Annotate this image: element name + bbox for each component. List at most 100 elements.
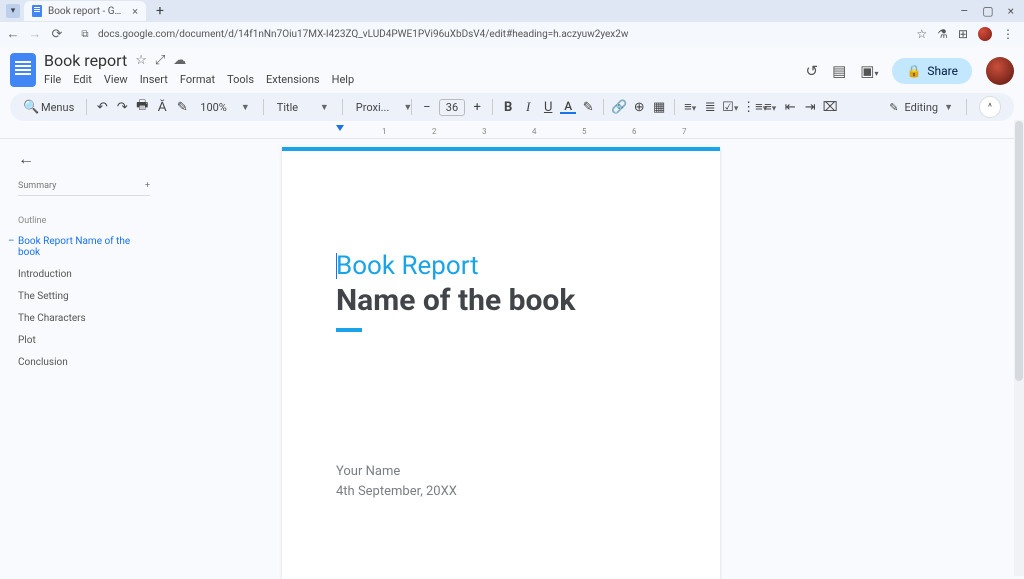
close-window-button[interactable]: × (1008, 4, 1014, 18)
document-title[interactable]: Book report (44, 51, 127, 70)
close-outline-button[interactable]: ← (18, 149, 150, 169)
document-meta[interactable]: Your Name 4th September, 20XX (336, 462, 666, 501)
bookmark-icon[interactable]: ☆ (916, 27, 927, 41)
search-menus-button[interactable]: 🔍Menus (18, 97, 79, 118)
comments-icon[interactable]: ▤ (832, 62, 846, 80)
summary-label: Summary (18, 181, 56, 191)
share-button[interactable]: 🔒 Share (892, 58, 972, 84)
menu-tools[interactable]: Tools (227, 73, 254, 86)
address-bar-row: ← → ⟳ ⧉ docs.google.com/document/d/14f1n… (0, 22, 1024, 46)
text-color-button[interactable]: A (560, 100, 576, 114)
outline-item[interactable]: Book Report Name of the book (18, 236, 150, 258)
history-icon[interactable]: ↺ (805, 62, 818, 80)
insert-link-button[interactable]: 🔗 (611, 100, 627, 115)
insert-image-button[interactable]: ▦ (651, 100, 667, 115)
menu-format[interactable]: Format (180, 73, 215, 86)
italic-button[interactable]: I (520, 99, 536, 115)
site-info-icon[interactable]: ⧉ (78, 29, 92, 40)
underline-button[interactable]: U (540, 100, 556, 115)
lock-icon: 🔒 (906, 64, 921, 78)
outline-panel: ← Summary + Outline Book Report Name of … (0, 139, 160, 579)
print-button[interactable]: 🖶 (134, 96, 150, 118)
labs-icon[interactable]: ⚗ (937, 27, 948, 41)
document-canvas[interactable]: Book Report Name of the book Your Name 4… (174, 139, 1024, 579)
url-text: docs.google.com/document/d/14f1nNn7Oiu17… (98, 29, 628, 40)
clear-formatting-button[interactable]: ⌧ (822, 100, 838, 115)
bold-button[interactable]: B (500, 100, 516, 115)
menu-insert[interactable]: Insert (140, 73, 168, 86)
numbered-list-button[interactable]: ≡▾ (762, 99, 778, 115)
cloud-status-icon[interactable]: ☁ (173, 53, 186, 68)
scrollbar-thumb[interactable] (1015, 121, 1023, 381)
accent-divider (336, 328, 362, 332)
date-line[interactable]: 4th September, 20XX (336, 482, 666, 502)
outline-item[interactable]: Introduction (18, 269, 150, 280)
browser-tab[interactable]: Book report - Google Docs × (24, 1, 146, 21)
checklist-button[interactable]: ☑▾ (722, 100, 738, 115)
menu-help[interactable]: Help (332, 73, 355, 86)
zoom-select[interactable]: 100%▼ (194, 99, 256, 116)
url-bar[interactable]: ⧉ docs.google.com/document/d/14f1nNn7Oiu… (72, 25, 908, 43)
star-icon[interactable]: ☆ (135, 53, 147, 68)
indent-marker[interactable] (336, 125, 344, 131)
collapse-toolbar-button[interactable]: ^ (980, 97, 1000, 117)
add-summary-button[interactable]: + (145, 181, 150, 191)
decrease-indent-button[interactable]: ⇤ (782, 100, 798, 115)
vertical-scrollbar[interactable] (1014, 120, 1024, 576)
browser-chrome: ▾ Book report - Google Docs × + – ▢ × ← … (0, 0, 1024, 46)
pencil-icon: ✎ (889, 101, 898, 114)
outline-item[interactable]: Conclusion (18, 357, 150, 368)
tab-search-button[interactable]: ▾ (6, 4, 20, 18)
vertical-ruler[interactable] (160, 139, 174, 579)
account-avatar[interactable] (986, 57, 1014, 85)
outline-item[interactable]: Plot (18, 335, 150, 346)
tab-title: Book report - Google Docs (48, 6, 126, 17)
text-cursor (336, 253, 337, 279)
line-spacing-button[interactable]: ≣ (702, 100, 718, 115)
author-line[interactable]: Your Name (336, 462, 666, 482)
close-tab-icon[interactable]: × (132, 5, 138, 18)
new-tab-button[interactable]: + (150, 3, 170, 19)
move-icon[interactable]: ⤢ (155, 53, 165, 68)
outline-item[interactable]: The Characters (18, 313, 150, 324)
spellcheck-button[interactable]: Ǎ (154, 99, 170, 115)
extensions-icon[interactable]: ⊞ (958, 27, 968, 41)
page[interactable]: Book Report Name of the book Your Name 4… (282, 147, 720, 579)
document-main-title[interactable]: Name of the book (336, 283, 666, 318)
reload-button[interactable]: ⟳ (50, 27, 64, 42)
back-button[interactable]: ← (6, 26, 20, 42)
minimize-button[interactable]: – (960, 4, 968, 18)
maximize-button[interactable]: ▢ (982, 4, 993, 18)
document-subtitle[interactable]: Book Report (336, 251, 666, 281)
increase-indent-button[interactable]: ⇥ (802, 100, 818, 115)
redo-button[interactable]: ↷ (114, 100, 130, 115)
forward-button[interactable]: → (28, 26, 42, 42)
align-button[interactable]: ≡▾ (682, 99, 698, 115)
horizontal-ruler[interactable]: 1 2 3 4 5 6 7 (0, 125, 1024, 139)
outline-item[interactable]: The Setting (18, 291, 150, 302)
menu-view[interactable]: View (104, 73, 128, 86)
paint-format-button[interactable]: ✎ (174, 100, 190, 115)
chevron-down-icon: ▼ (944, 102, 953, 113)
font-size-input[interactable]: 36 (439, 99, 465, 116)
menu-extensions[interactable]: Extensions (266, 73, 320, 86)
insert-comment-button[interactable]: ⊕ (631, 100, 647, 115)
paragraph-style-select[interactable]: Title▼ (271, 99, 335, 116)
extension-badge[interactable] (978, 27, 992, 41)
formatting-toolbar: 🔍Menus ↶ ↷ 🖶 Ǎ ✎ 100%▼ Title▼ Proxi...▼ … (10, 93, 1014, 121)
menu-edit[interactable]: Edit (73, 73, 92, 86)
increase-font-button[interactable]: + (469, 100, 485, 115)
meet-icon[interactable]: ▣▾ (860, 62, 878, 80)
highlight-button[interactable]: ✎ (580, 100, 596, 115)
window-controls: – ▢ × (960, 4, 1024, 18)
main-workspace: ← Summary + Outline Book Report Name of … (0, 139, 1024, 579)
bulleted-list-button[interactable]: ⋮≡▾ (742, 99, 758, 115)
editing-mode-button[interactable]: ✎ Editing ▼ (889, 101, 953, 114)
menu-file[interactable]: File (44, 73, 61, 86)
outline-section-label: Outline (18, 216, 150, 226)
font-select[interactable]: Proxi...▼ (350, 99, 404, 116)
chrome-menu-icon[interactable]: ⋮ (1002, 27, 1014, 41)
undo-button[interactable]: ↶ (94, 100, 110, 115)
decrease-font-button[interactable]: − (419, 100, 435, 115)
docs-logo[interactable] (10, 53, 36, 87)
